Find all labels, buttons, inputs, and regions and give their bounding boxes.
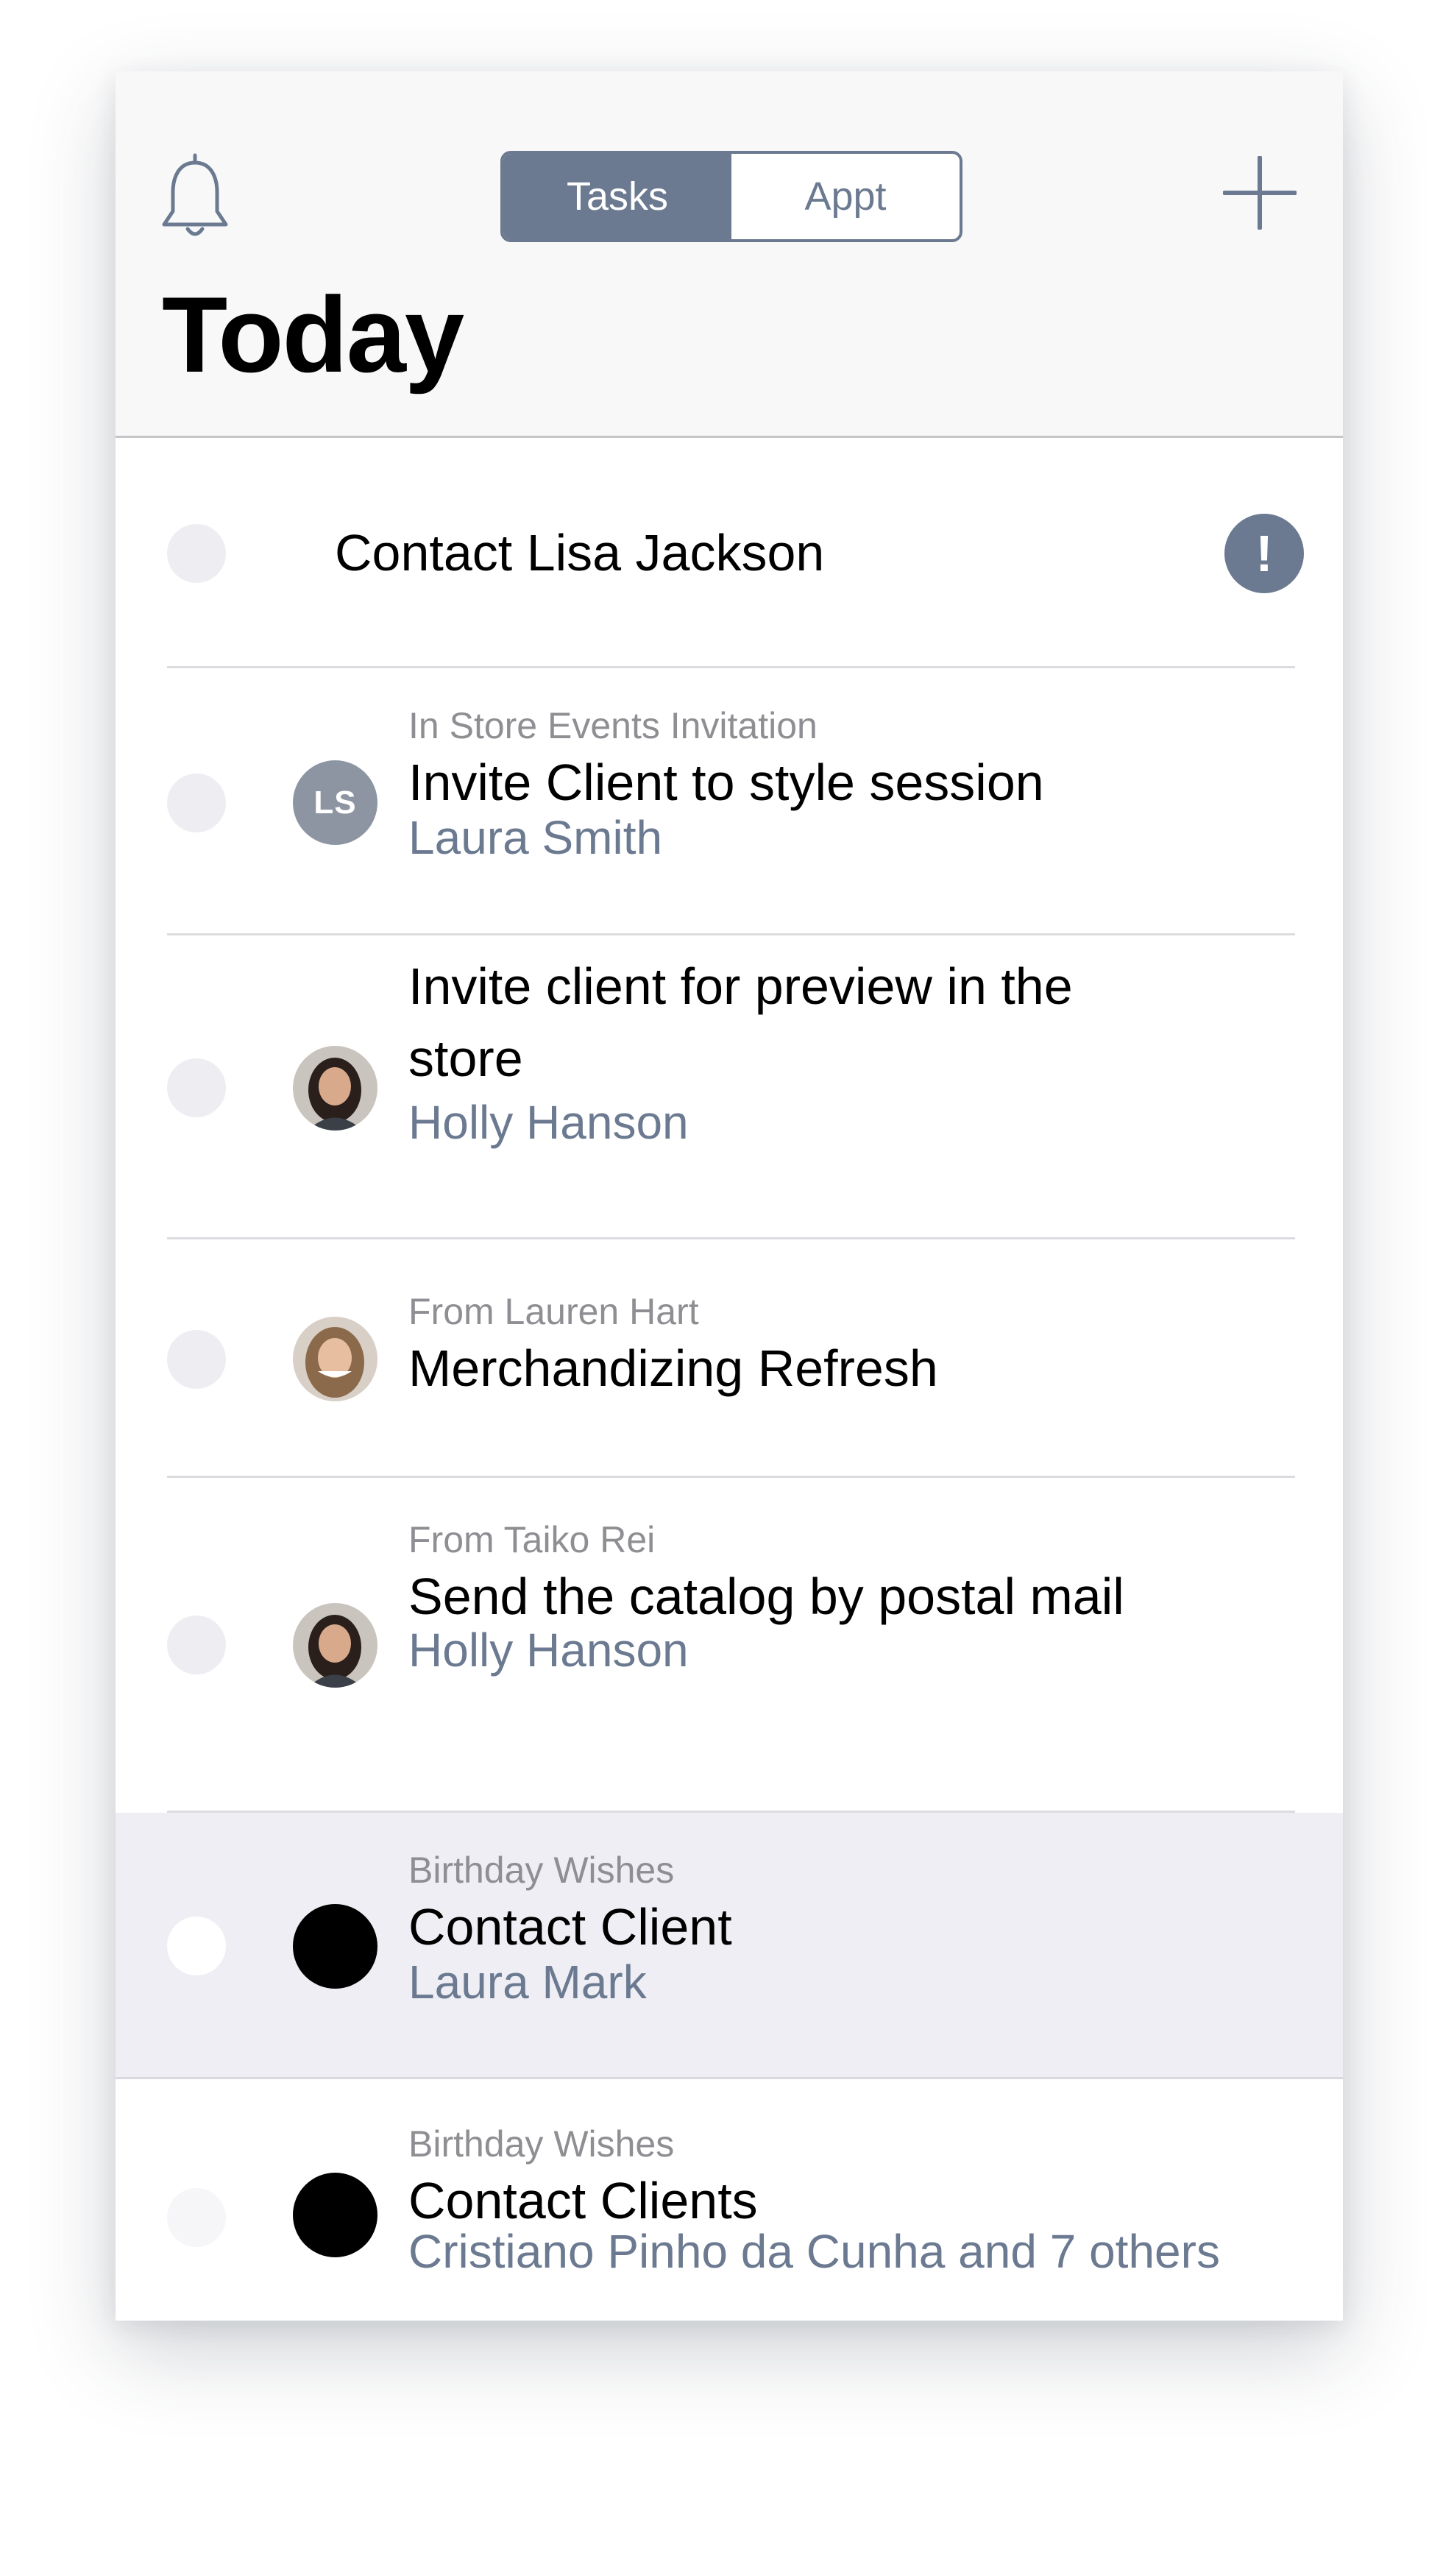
tab-tasks[interactable]: Tasks [503,154,731,239]
avatar [293,1603,377,1688]
task-checkbox[interactable] [167,524,226,583]
task-list: Contact Lisa Jackson ! LS In Store Event… [116,438,1343,2321]
plus-icon[interactable] [1223,156,1297,230]
task-row[interactable]: From Lauren Hart Merchandizing Refresh [116,1239,1343,1478]
header: Tasks Appt Today [116,71,1343,438]
avatar [293,1317,377,1401]
task-assignee: Holly Hanson [408,1096,689,1149]
avatar [293,2173,377,2257]
task-category: In Store Events Invitation [408,705,818,746]
task-category: Birthday Wishes [408,2123,675,2165]
avatar [293,1904,377,1989]
task-category: From Lauren Hart [408,1291,699,1332]
task-list-screen: Tasks Appt Today Contact Lisa Jackson ! … [116,71,1343,2321]
task-category: From Taiko Rei [408,1519,656,1560]
task-checkbox[interactable] [167,774,226,832]
avatar [293,1046,377,1130]
page-title: Today [162,275,464,394]
bell-icon[interactable] [158,152,232,241]
task-checkbox[interactable] [167,1917,226,1975]
task-title: Invite client for preview in the store [408,958,1073,1087]
tab-appt[interactable]: Appt [731,154,960,239]
task-checkbox[interactable] [167,2188,226,2247]
priority-alert-icon: ! [1224,514,1304,593]
task-row[interactable]: Contact Lisa Jackson ! [116,438,1343,668]
task-category: Birthday Wishes [408,1850,675,1891]
task-row[interactable]: LS In Store Events Invitation Invite Cli… [116,668,1343,935]
task-row[interactable]: From Taiko Rei Send the catalog by posta… [116,1478,1343,1813]
task-title: Merchandizing Refresh [408,1340,938,1397]
tasks-appt-segmented-control: Tasks Appt [500,151,962,242]
avatar: LS [293,760,377,845]
task-assignee: Laura Mark [408,1956,647,2009]
task-title: Contact Lisa Jackson [335,524,825,581]
task-row[interactable]: Birthday Wishes Contact Clients Cristian… [116,2079,1343,2321]
task-checkbox[interactable] [167,1058,226,1117]
task-row[interactable]: Invite client for preview in the store H… [116,935,1343,1239]
task-assignee: Cristiano Pinho da Cunha and 7 others [408,2225,1220,2278]
task-checkbox[interactable] [167,1616,226,1674]
task-checkbox[interactable] [167,1330,226,1389]
task-row-selected[interactable]: Birthday Wishes Contact Client Laura Mar… [116,1813,1343,2079]
